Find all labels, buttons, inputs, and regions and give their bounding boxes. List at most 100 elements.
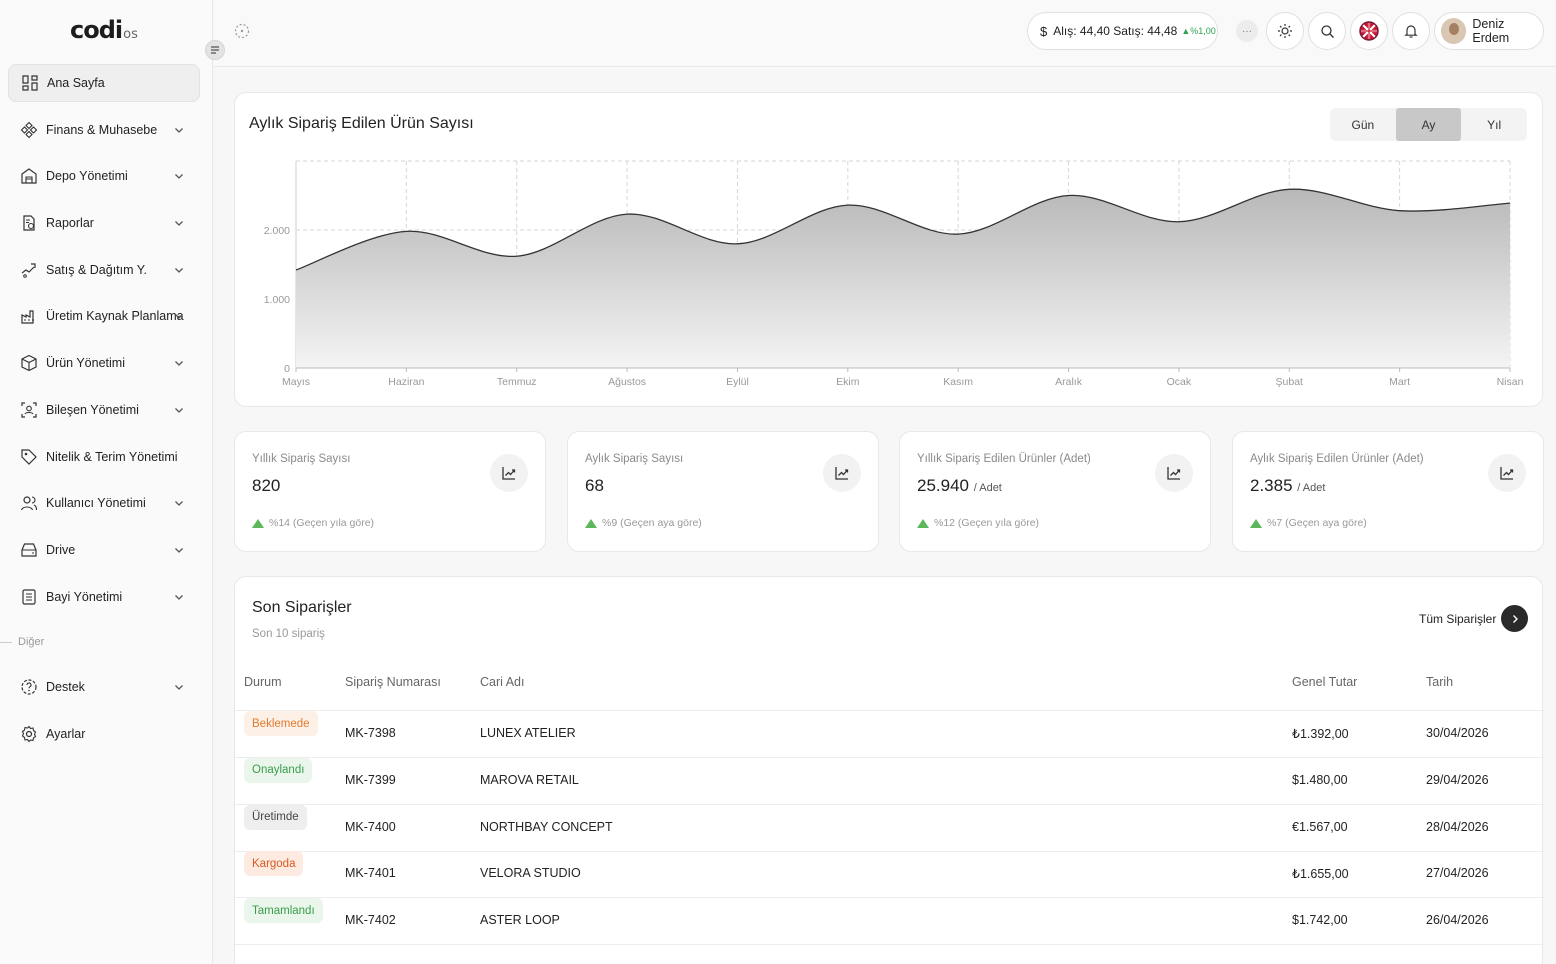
order-number[interactable]: MK-7402 (345, 913, 396, 927)
y-tick-label: 1.000 (264, 294, 290, 306)
sidebar-toggle-button[interactable] (205, 40, 225, 60)
chevron-down-icon (175, 221, 183, 226)
language-button[interactable] (1350, 12, 1388, 50)
sidebar-nav-secondary: Destek Ayarlar (8, 668, 200, 761)
x-tick-label: Kasım (943, 376, 973, 388)
chevron-down-icon[interactable] (174, 591, 184, 605)
logo[interactable]: codios (70, 16, 138, 44)
x-tick-label: Temmuz (497, 376, 537, 388)
support-icon (20, 678, 38, 696)
customer-name: VELORA STUDIO (480, 866, 581, 881)
more-options-button[interactable]: ··· (1236, 20, 1258, 42)
sidebar-item-bileşen-yönetimi[interactable]: Bileşen Yönetimi (8, 391, 200, 429)
theme-toggle-button[interactable] (1266, 12, 1304, 50)
x-tick-label: Aralık (1055, 376, 1083, 388)
sidebar-item-label: Bileşen Yönetimi (46, 402, 139, 417)
customer-name: NORTHBAY CONCEPT (480, 819, 613, 834)
order-number[interactable]: MK-7401 (345, 866, 396, 880)
chevron-down-icon[interactable] (174, 681, 184, 695)
chevron-down-icon (175, 127, 183, 133)
currency-widget[interactable]: $ Alış: 44,40 Satış: 44,48 ▲%1,00 (1027, 12, 1218, 50)
col-order-no[interactable]: Sipariş Numarası (345, 675, 441, 689)
dealer-icon (20, 588, 38, 606)
users-icon (20, 494, 38, 512)
settings-icon (20, 725, 38, 743)
customer-name: MAROVA RETAIL (480, 772, 579, 787)
stat-chart-button[interactable] (823, 454, 861, 492)
stat-value: 820 (252, 476, 281, 495)
trend-chart-icon (502, 467, 516, 480)
chevron-down-icon[interactable] (174, 170, 184, 184)
all-orders-link[interactable]: Tüm Siparişler (1419, 612, 1496, 626)
chevron-down-icon[interactable] (174, 544, 184, 558)
sidebar-item-label: Drive (46, 542, 76, 557)
col-total[interactable]: Genel Tutar (1292, 675, 1357, 689)
search-button[interactable] (1308, 12, 1346, 50)
order-number[interactable]: MK-7400 (345, 820, 396, 834)
sun-icon (1278, 24, 1292, 38)
sidebar-item-ana-sayfa[interactable]: Ana Sayfa (8, 64, 200, 102)
sidebar-item-kullanıcı-yönetimi[interactable]: Kullanıcı Yönetimi (8, 484, 200, 522)
col-date[interactable]: Tarih (1426, 675, 1453, 689)
sidebar-item-bayi-yönetimi[interactable]: Bayi Yönetimi (8, 578, 200, 616)
stat-card: Yıllık Sipariş Sayısı 820 %14 (Geçen yıla… (234, 431, 546, 552)
table-row[interactable]: Tamamlandı MK-7402 ASTER LOOP $1.742,00 26/0… (235, 898, 1544, 946)
y-tick-label: 0 (284, 363, 290, 375)
status-badge: Beklemede (244, 711, 318, 736)
all-orders-button[interactable] (1501, 605, 1528, 632)
stat-chart-button[interactable] (1488, 454, 1526, 492)
drive-icon (20, 541, 38, 559)
stat-chart-button[interactable] (1155, 454, 1193, 492)
factory-icon (20, 307, 38, 325)
stat-chart-button[interactable] (490, 454, 528, 492)
table-row[interactable]: Beklemede MK-7398 LUNEX ATELIER ₺1.392,00 30… (235, 711, 1544, 758)
user-menu[interactable]: Deniz Erdem (1434, 12, 1544, 50)
sidebar-item-üretim-kaynak-planlama[interactable]: Üretim Kaynak Planlama (8, 297, 200, 335)
loader-icon[interactable] (234, 23, 250, 42)
sidebar-item-label: Destek (46, 680, 85, 694)
sidebar-item-ürün-yönetimi[interactable]: Ürün Yönetimi (8, 344, 200, 382)
tag-icon (20, 448, 38, 466)
col-status[interactable]: Durum (244, 675, 282, 689)
sidebar-item-depo-yönetimi[interactable]: Depo Yönetimi (8, 157, 200, 195)
chevron-right-icon (1512, 614, 1518, 623)
chevron-down-icon[interactable] (174, 264, 184, 278)
notifications-button[interactable] (1392, 12, 1430, 50)
chevron-down-icon[interactable] (174, 497, 184, 511)
stat-value: 68 (585, 476, 604, 495)
table-row[interactable]: Onaylandı MK-7399 MAROVA RETAIL $1.480,00 29… (235, 757, 1544, 805)
chevron-down-icon (175, 594, 183, 600)
sidebar-item-finans-muhasebe[interactable]: Finans & Muhasebe (8, 111, 200, 149)
sidebar-item-drive[interactable]: Drive (8, 531, 200, 569)
chevron-down-icon (175, 685, 183, 690)
sidebar-item-ayarlar[interactable]: Ayarlar (8, 715, 200, 753)
table-row[interactable]: Kargoda MK-7401 VELORA STUDIO ₺1.655,00 27/0… (235, 851, 1544, 899)
finance-icon (20, 121, 38, 139)
sidebar-item-satış-dağıtım-y-[interactable]: Satış & Dağıtım Y. (8, 251, 200, 289)
chevron-down-icon[interactable] (174, 357, 184, 371)
order-date: 26/04/2026 (1426, 913, 1489, 928)
order-number[interactable]: MK-7399 (345, 773, 396, 787)
sidebar-item-destek[interactable]: Destek (8, 668, 200, 706)
col-customer[interactable]: Cari Adı (480, 675, 524, 689)
order-date: 27/04/2026 (1426, 866, 1489, 881)
sidebar-item-label: Üretim Kaynak Planlama (46, 309, 184, 324)
chevron-down-icon[interactable] (174, 404, 184, 418)
x-tick-label: Haziran (388, 376, 424, 388)
stat-card: Yıllık Sipariş Edilen Ürünler (Adet) 25.9… (899, 431, 1211, 552)
component-icon (20, 401, 38, 419)
status-badge: Üretimde (244, 804, 307, 830)
sidebar-item-nitelik-terim-yönetimi[interactable]: Nitelik & Terim Yönetimi (8, 438, 200, 476)
trend-up-icon (252, 518, 264, 528)
table-row[interactable]: Üretimde MK-7400 NORTHBAY CONCEPT €1.567,00… (235, 804, 1544, 852)
y-tick-label: 2.000 (264, 225, 290, 237)
stat-trend: %7 (Geçen aya göre) (1250, 517, 1367, 529)
sidebar-item-raporlar[interactable]: Raporlar (8, 204, 200, 242)
chevron-down-icon[interactable] (174, 217, 184, 231)
chevron-down-icon[interactable] (174, 310, 184, 324)
chevron-down-icon[interactable] (174, 124, 184, 138)
report-icon (20, 214, 38, 232)
order-total: $1.480,00 (1292, 772, 1348, 787)
order-number[interactable]: MK-7398 (345, 726, 396, 740)
currency-change: ▲%1,00 (1181, 26, 1216, 36)
